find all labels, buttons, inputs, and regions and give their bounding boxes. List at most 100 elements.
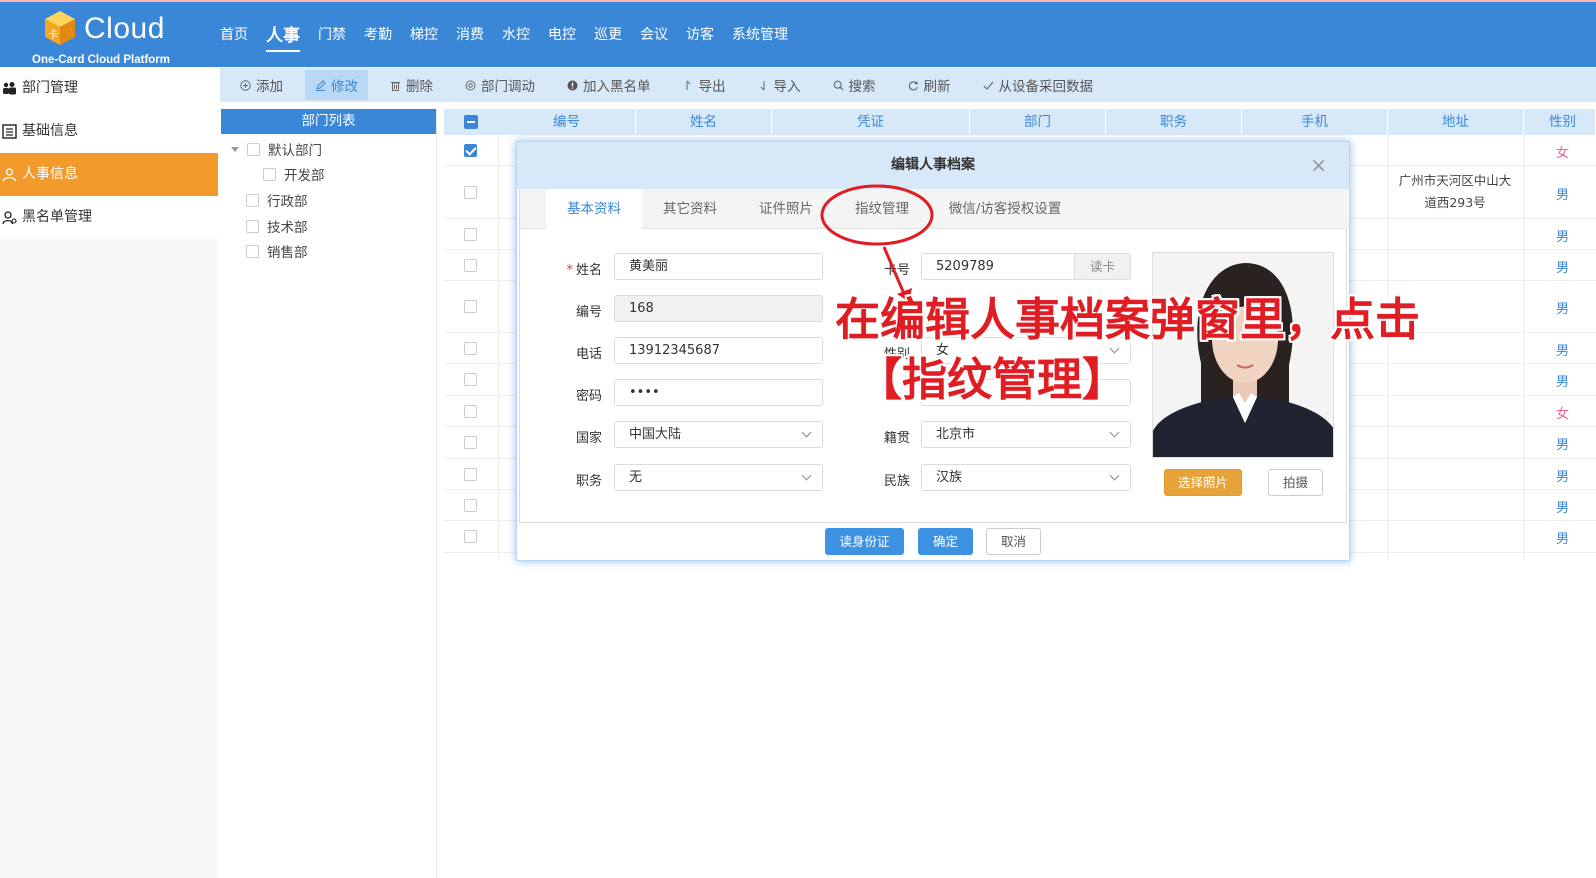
tree-checkbox[interactable] xyxy=(246,219,259,233)
phone-label: 电话 xyxy=(575,347,602,362)
tab-id-photo[interactable]: 证件照片 xyxy=(738,189,834,229)
country-select[interactable]: 中国大陆 xyxy=(614,421,823,448)
edit-button[interactable]: 修改 xyxy=(305,70,368,100)
transfer-icon xyxy=(465,80,476,90)
list-icon xyxy=(2,124,17,139)
row-checkbox[interactable] xyxy=(464,436,477,449)
tree-node-dev-dept[interactable]: 开发部 xyxy=(263,164,325,184)
edit-icon xyxy=(316,79,326,91)
column-header-name[interactable]: 姓名 xyxy=(636,109,772,135)
sidebar-item-personnel-info[interactable]: 人事信息 xyxy=(0,153,218,196)
tree-node-admin-dept[interactable]: 行政部 xyxy=(246,190,308,210)
column-header-number[interactable]: 编号 xyxy=(498,109,636,135)
ethnicity-select[interactable]: 汉族 xyxy=(921,464,1131,491)
row-checkbox[interactable] xyxy=(464,259,477,272)
row-checkbox[interactable] xyxy=(464,468,477,481)
card-no-label: 卡号 xyxy=(883,263,910,278)
add-button[interactable]: 添加 xyxy=(230,70,293,100)
refresh-button[interactable]: 刷新 xyxy=(898,70,961,100)
nav-meeting[interactable]: 会议 xyxy=(640,24,668,46)
sidebar-item-basic-info[interactable]: 基础信息 xyxy=(0,110,218,153)
row-checkbox[interactable] xyxy=(464,228,477,241)
nav-visitor[interactable]: 访客 xyxy=(686,24,714,46)
column-header-mobile[interactable]: 手机 xyxy=(1242,109,1388,135)
nav-attendance[interactable]: 考勤 xyxy=(364,24,392,46)
read-card-button[interactable]: 读卡 xyxy=(1074,254,1130,279)
column-header-department[interactable]: 部门 xyxy=(970,109,1106,135)
nav-consume[interactable]: 消费 xyxy=(456,24,484,46)
brand-name: Cloud xyxy=(84,12,165,45)
tree-checkbox[interactable] xyxy=(246,244,259,258)
sidebar-item-blacklist[interactable]: 黑名单管理 xyxy=(0,196,218,239)
row-gender: 男 xyxy=(1556,470,1570,485)
nav-system[interactable]: 系统管理 xyxy=(732,24,788,46)
nav-access[interactable]: 门禁 xyxy=(318,24,346,46)
column-header-position[interactable]: 职务 xyxy=(1106,109,1242,135)
column-header-gender[interactable]: 性别 xyxy=(1524,109,1596,135)
cancel-button[interactable]: 取消 xyxy=(986,528,1041,555)
expand-caret-icon[interactable] xyxy=(231,146,239,152)
capture-photo-button[interactable]: 拍摄 xyxy=(1268,469,1323,496)
row-gender: 男 xyxy=(1556,375,1570,390)
position-select-value: 无 xyxy=(629,470,643,485)
tree-node-label: 默认部门 xyxy=(268,143,322,159)
top-bar: 卡 Cloud One-Card Cloud Platform 首页 人事 门禁… xyxy=(0,0,1596,67)
card-no-value: 5209789 xyxy=(936,259,994,274)
search-button[interactable]: 搜索 xyxy=(823,70,886,100)
import-button[interactable]: 导入 xyxy=(748,70,811,100)
name-field[interactable]: 黄美丽 xyxy=(614,253,823,280)
select-all-checkbox[interactable] xyxy=(464,115,478,129)
row-checkbox[interactable] xyxy=(464,186,477,199)
row-checkbox[interactable] xyxy=(464,405,477,418)
select-photo-button[interactable]: 选择照片 xyxy=(1164,469,1242,496)
tab-other-info[interactable]: 其它资料 xyxy=(642,189,738,229)
sidebar-item-label: 人事信息 xyxy=(22,166,78,182)
nav-electric[interactable]: 电控 xyxy=(548,24,576,46)
position-select[interactable]: 无 xyxy=(614,464,823,491)
nav-patrol[interactable]: 巡更 xyxy=(594,24,622,46)
export-button[interactable]: 导出 xyxy=(673,70,736,100)
tree-node-tech-dept[interactable]: 技术部 xyxy=(246,216,308,236)
close-icon[interactable]: × xyxy=(1310,142,1327,189)
row-gender: 男 xyxy=(1556,302,1570,317)
position-label: 职务 xyxy=(575,474,602,489)
column-header-credential[interactable]: 凭证 xyxy=(772,109,970,135)
trash-icon xyxy=(391,81,400,91)
tree-checkbox[interactable] xyxy=(263,167,276,181)
read-id-card-button[interactable]: 读身份证 xyxy=(825,528,904,555)
tree-checkbox[interactable] xyxy=(247,142,260,156)
tab-basic-info[interactable]: 基本资料 xyxy=(546,189,642,229)
phone-field[interactable]: 13912345687 xyxy=(614,337,823,364)
import-icon xyxy=(760,80,764,90)
row-gender: 男 xyxy=(1556,261,1570,276)
nav-water[interactable]: 水控 xyxy=(502,24,530,46)
fetch-device-data-button[interactable]: 从设备采回数据 xyxy=(973,70,1104,100)
password-field[interactable]: •••• xyxy=(614,379,823,406)
row-checkbox[interactable] xyxy=(464,499,477,512)
nav-home[interactable]: 首页 xyxy=(220,24,248,46)
tab-wechat-visitor-auth[interactable]: 微信/访客授权设置 xyxy=(930,189,1080,229)
column-header-address[interactable]: 地址 xyxy=(1388,109,1524,135)
row-checkbox[interactable] xyxy=(464,342,477,355)
nav-elevator[interactable]: 梯控 xyxy=(410,24,438,46)
card-no-field[interactable]: 5209789 读卡 xyxy=(921,253,1131,280)
nav-personnel[interactable]: 人事 xyxy=(266,21,300,52)
tree-node-sales-dept[interactable]: 销售部 xyxy=(246,241,308,261)
tree-node-label: 销售部 xyxy=(267,245,308,261)
row-checkbox[interactable] xyxy=(464,373,477,386)
chevron-down-icon xyxy=(1109,427,1120,438)
country-select-value: 中国大陆 xyxy=(629,427,682,442)
delete-button[interactable]: 删除 xyxy=(380,70,443,100)
tree-checkbox[interactable] xyxy=(246,193,259,207)
row-checkbox[interactable] xyxy=(464,144,477,157)
confirm-button[interactable]: 确定 xyxy=(918,528,973,555)
tree-node-default-dept[interactable]: 默认部门 xyxy=(231,139,322,159)
native-place-select[interactable]: 北京市 xyxy=(921,421,1131,448)
row-checkbox[interactable] xyxy=(464,300,477,313)
tab-fingerprint[interactable]: 指纹管理 xyxy=(834,189,930,229)
row-checkbox[interactable] xyxy=(464,530,477,543)
add-blacklist-button[interactable]: 加入黑名单 xyxy=(557,70,661,100)
name-label-text: 姓名 xyxy=(575,263,602,278)
sidebar-item-department[interactable]: 部门管理 xyxy=(0,67,218,110)
transfer-dept-button[interactable]: 部门调动 xyxy=(455,70,545,100)
